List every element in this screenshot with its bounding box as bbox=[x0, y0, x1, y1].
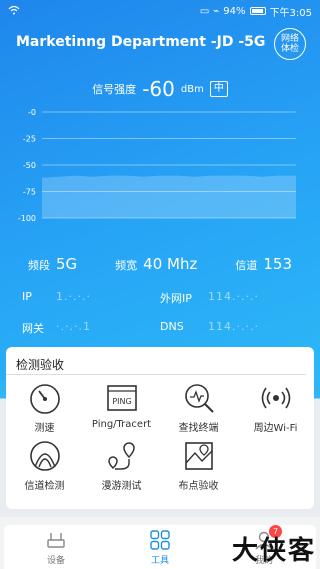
svg-text:PING: PING bbox=[112, 397, 131, 406]
find-terminal-icon bbox=[184, 384, 214, 413]
tool-point-acceptance[interactable]: 布点验收 bbox=[160, 439, 237, 497]
dns-label: DNS bbox=[160, 320, 184, 333]
tool-roaming-test[interactable]: 漫游测试 bbox=[83, 439, 160, 497]
header: Marketinng Department -JD -5G 网络体检 bbox=[16, 28, 306, 60]
tool-speed-test[interactable]: 测速 bbox=[6, 381, 83, 439]
map-icon bbox=[184, 442, 213, 470]
tab-tools[interactable]: 工具 bbox=[125, 529, 195, 566]
tool-channel-detect[interactable]: 信道检测 bbox=[6, 439, 83, 497]
chart-y-tick-label: -0 bbox=[28, 108, 36, 117]
chart-y-tick-label: -25 bbox=[23, 135, 36, 144]
grid-icon bbox=[150, 529, 170, 550]
network-check-button[interactable]: 网络体检 bbox=[274, 28, 306, 60]
network-info-grid: IP 1.·.·.· 外网IP 114.·.·.· 网关 ·.·.·.1 DNS… bbox=[22, 290, 312, 336]
chart-y-tick-label: -75 bbox=[23, 188, 36, 197]
frequency-band: 频段 5G bbox=[28, 255, 77, 273]
network-title: Marketinng Department -JD -5G bbox=[16, 34, 266, 50]
dns-info: DNS 114.·.·.· bbox=[160, 320, 312, 336]
tool-label: Ping/Tracert bbox=[91, 419, 152, 430]
wan-ip-label: 外网IP bbox=[160, 292, 192, 305]
status-left bbox=[8, 5, 20, 18]
roaming-icon bbox=[107, 442, 135, 470]
ping-icon: PING bbox=[106, 385, 137, 411]
ip-label: IP bbox=[22, 290, 32, 303]
frequency-band-label: 频段 bbox=[28, 259, 50, 272]
channel-value: 153 bbox=[263, 255, 292, 273]
clock: 下午3:05 bbox=[269, 7, 312, 19]
wan-ip-value: 114.·.·.· bbox=[208, 290, 259, 303]
ip-value: 1.·.·.· bbox=[56, 290, 91, 303]
tool-nearby-wifi[interactable]: 周边Wi-Fi bbox=[237, 381, 314, 439]
tool-label: 测速 bbox=[34, 423, 55, 434]
signal-label: 信号强度 bbox=[92, 83, 137, 96]
ip-info: IP 1.·.·.· bbox=[22, 290, 160, 306]
signal-chart: -100 -75 -50 -25 -0 bbox=[18, 108, 296, 223]
channel: 信道 153 bbox=[235, 255, 292, 273]
router-icon bbox=[47, 532, 65, 548]
tool-label: 周边Wi-Fi bbox=[253, 423, 298, 434]
tool-label: 布点验收 bbox=[178, 481, 219, 492]
bandwidth-label: 频宽 bbox=[115, 259, 138, 272]
frequency-band-value: 5G bbox=[56, 255, 78, 273]
gateway-info: 网关 ·.·.·.1 bbox=[22, 320, 160, 336]
signal-level-badge: 中 bbox=[209, 81, 228, 97]
network-check-label: 网络体检 bbox=[280, 34, 299, 54]
status-bar: ▭ ⌁ 94% 下午3:05 bbox=[0, 0, 320, 22]
tool-label: 信道检测 bbox=[24, 481, 65, 492]
channel-icon bbox=[29, 441, 60, 471]
wifi-signal-icon bbox=[261, 387, 290, 409]
gateway-value: ·.·.·.1 bbox=[56, 320, 91, 333]
chart-signal-area bbox=[42, 175, 296, 218]
band-info-row: 频段 5G 频宽 40 Mhz 信道 153 bbox=[0, 252, 320, 276]
bandwidth: 频宽 40 Mhz bbox=[115, 255, 197, 273]
watermark: 大侠客 bbox=[231, 536, 316, 566]
tool-ping-tracert[interactable]: PING Ping/Tracert bbox=[83, 381, 160, 439]
tools-section-title: 检测验收 bbox=[6, 347, 306, 375]
tab-device[interactable]: 设备 bbox=[21, 529, 91, 566]
battery-percent: 94% bbox=[223, 5, 246, 17]
channel-label: 信道 bbox=[235, 259, 258, 272]
tools-card: 检测验收 测速 PING Ping/Tracert 查找终端 周边Wi-Fi 信… bbox=[6, 347, 314, 509]
tool-label: 查找终端 bbox=[178, 423, 219, 434]
chart-y-tick-label: -50 bbox=[23, 161, 36, 170]
status-right: ▭ ⌁ 94% 下午3:05 bbox=[200, 4, 312, 19]
wifi-status-icon bbox=[8, 5, 20, 14]
tool-label: 漫游测试 bbox=[101, 481, 142, 492]
tab-device-label: 设备 bbox=[46, 555, 65, 566]
screen-icon: ▭ bbox=[199, 5, 210, 17]
signal-unit: dBm bbox=[180, 83, 204, 95]
vibrate-icon: ⌁ bbox=[213, 5, 220, 17]
wan-ip-info: 外网IP 114.·.·.· bbox=[160, 290, 312, 306]
signal-value: -60 bbox=[142, 77, 175, 101]
tools-grid: 测速 PING Ping/Tracert 查找终端 周边Wi-Fi 信道检测 漫… bbox=[6, 375, 314, 497]
signal-strength-row: 信号强度 -60 dBm 中 bbox=[0, 76, 320, 102]
tab-tools-label: 工具 bbox=[150, 555, 169, 566]
bandwidth-value: 40 Mhz bbox=[143, 255, 198, 273]
gateway-label: 网关 bbox=[22, 322, 44, 335]
speedometer-icon bbox=[29, 384, 60, 414]
tool-find-terminal[interactable]: 查找终端 bbox=[160, 381, 237, 439]
chart-y-tick-label: -100 bbox=[18, 214, 36, 223]
dns-value: 114.·.·.· bbox=[208, 320, 259, 333]
battery-icon bbox=[249, 7, 266, 15]
